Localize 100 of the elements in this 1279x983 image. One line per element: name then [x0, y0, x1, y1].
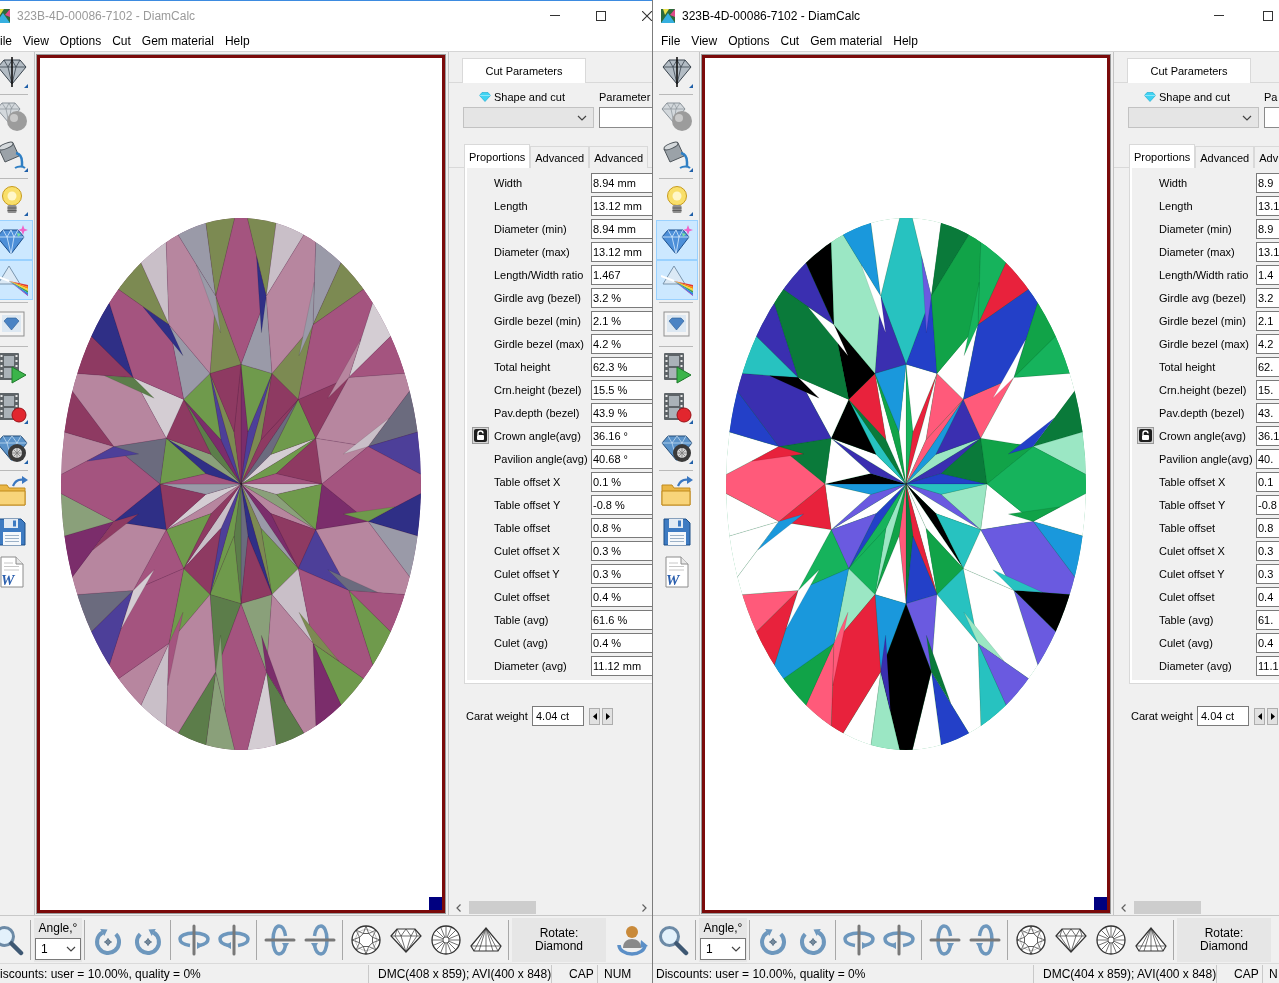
value-field[interactable]: 0.4 — [1256, 586, 1279, 607]
value-field[interactable]: -0.8 — [1256, 494, 1279, 515]
value-field[interactable]: 0.1 — [1256, 471, 1279, 492]
save-icon — [661, 516, 693, 548]
tab[interactable]: Advanced — [589, 146, 649, 168]
value-field[interactable]: 61. — [1256, 609, 1279, 630]
chevron-left-icon — [1121, 903, 1126, 912]
chevron-right-icon — [642, 903, 647, 912]
value-field[interactable]: 43.9 % — [591, 402, 652, 423]
menu-item[interactable]: Help — [888, 31, 923, 50]
tab[interactable]: Proportions — [464, 144, 531, 168]
horizontal-axis-arrow-icon — [969, 923, 1001, 956]
diamond-picture-icon — [661, 308, 693, 340]
scrollbar-thumb[interactable] — [1134, 901, 1201, 914]
tab[interactable]: Cut Parameters — [462, 58, 586, 83]
value-field[interactable]: 11.12 mm — [591, 655, 652, 676]
value-field[interactable]: 36.16 ° — [591, 425, 652, 446]
value-field[interactable]: 0.3 % — [591, 563, 652, 584]
value-field[interactable]: 2.1 — [1256, 310, 1279, 331]
parameter-label: Diameter (avg) — [494, 659, 568, 672]
tab[interactable]: Proportions — [1129, 144, 1196, 168]
menu-item[interactable]: Cut — [775, 31, 805, 50]
parameter-label: Table offset X — [1159, 475, 1227, 488]
value-field[interactable]: 13.12 mm — [591, 241, 652, 262]
step-right-button[interactable] — [1267, 707, 1278, 725]
sparkle-button[interactable] — [656, 220, 698, 260]
parameter-label: Crown angle(avg) — [494, 429, 582, 442]
tab[interactable]: Adv — [1254, 146, 1279, 168]
value-field[interactable]: 15. — [1256, 379, 1279, 400]
app-icon — [661, 8, 675, 23]
value-field[interactable]: 13.12 mm — [591, 195, 652, 216]
value-field[interactable]: 3.2 — [1256, 287, 1279, 308]
menu-item[interactable]: File — [656, 31, 686, 50]
rotate-mode-button[interactable]: Rotate: Diamond — [1177, 917, 1271, 962]
tab[interactable]: Cut Parameters — [1127, 58, 1251, 83]
parameter-label: Table offset Y — [1159, 498, 1227, 511]
value-field[interactable]: 2.1 % — [591, 310, 652, 331]
angle-label: Angle,° — [703, 919, 743, 936]
value-field[interactable]: 8.9 — [1256, 172, 1279, 193]
parameter-label: Length/Width ratio — [1159, 268, 1250, 281]
value-field[interactable]: 4.2 — [1256, 333, 1279, 354]
field-label: Shape and cut — [494, 91, 565, 103]
angle-dropdown[interactable]: 1 — [700, 937, 746, 960]
value-field[interactable]: 13.1 — [1256, 195, 1279, 216]
value-field[interactable]: 62. — [1256, 356, 1279, 377]
angle-dropdown[interactable]: 1 — [35, 937, 81, 960]
minimize-icon — [1214, 15, 1224, 16]
parameter-label: Girdle bezel (min) — [494, 314, 582, 327]
value-field[interactable]: 8.94 mm — [591, 218, 652, 239]
close-icon — [642, 10, 652, 21]
chevron-down-icon — [66, 945, 76, 952]
sparkling-diamond-icon — [0, 224, 28, 256]
lock-button[interactable] — [1137, 427, 1154, 444]
value-field[interactable]: 40.68 ° — [591, 448, 652, 469]
value-field[interactable]: 0.8 — [1256, 517, 1279, 538]
value-field[interactable]: 1.467 — [591, 264, 652, 285]
value-field[interactable]: 0.3 — [1256, 563, 1279, 584]
value-field[interactable]: 13.1 — [1256, 241, 1279, 262]
prism-rainbow-icon — [661, 264, 693, 296]
value-field[interactable]: 43. — [1256, 402, 1279, 423]
status-dimensions: DMC(408 x 859); AVI(400 x 848) — [368, 964, 551, 983]
tab[interactable]: Advanced — [1195, 146, 1255, 168]
value-field[interactable]: 0.3 — [1256, 540, 1279, 561]
menu-item[interactable]: View — [686, 31, 723, 50]
value-field[interactable]: 8.94 mm — [591, 172, 652, 193]
value-field[interactable]: 40. — [1256, 448, 1279, 469]
value-field[interactable]: 4.2 % — [591, 333, 652, 354]
carat-weight-field[interactable]: 4.04 ct — [1197, 706, 1249, 726]
value-field[interactable]: 0.8 % — [591, 517, 652, 538]
parameter-label: Table offset X — [494, 475, 562, 488]
vertical-axis-arrow-icon — [218, 923, 250, 956]
value-field[interactable]: 36.1 — [1256, 425, 1279, 446]
parameter-field[interactable] — [1264, 107, 1279, 128]
value-field[interactable]: 0.4 % — [591, 632, 652, 653]
diamond-sphere-icon — [661, 100, 693, 132]
parameter-label: Culet offset — [494, 590, 551, 603]
value-field[interactable]: 1.4 — [1256, 264, 1279, 285]
parameter-label: Girdle bezel (max) — [1159, 337, 1250, 350]
value-field[interactable]: 8.9 — [1256, 218, 1279, 239]
dispersion-button[interactable] — [656, 260, 698, 300]
value-field[interactable]: -0.8 % — [591, 494, 652, 515]
scrollbar-thumb[interactable] — [469, 901, 536, 914]
corner-square-icon — [1094, 897, 1107, 910]
value-field[interactable]: 0.1 % — [591, 471, 652, 492]
value-field[interactable]: 0.3 % — [591, 540, 652, 561]
tab[interactable]: Advanced — [530, 146, 590, 168]
value-field[interactable]: 62.3 % — [591, 356, 652, 377]
parameter-label: Culet offset X — [1159, 544, 1226, 557]
lock-button[interactable] — [472, 427, 489, 444]
value-field[interactable]: 0.4 % — [591, 586, 652, 607]
value-field[interactable]: 3.2 % — [591, 287, 652, 308]
value-field[interactable]: 11.1 — [1256, 655, 1279, 676]
menu-item[interactable]: Options — [723, 31, 775, 50]
diamond-sphere-icon — [0, 100, 28, 132]
value-field[interactable]: 0.4 — [1256, 632, 1279, 653]
menu-item[interactable]: Gem material — [805, 31, 888, 50]
value-field[interactable]: 61.6 % — [591, 609, 652, 630]
step-left-button[interactable] — [1254, 707, 1265, 725]
value-field[interactable]: 15.5 % — [591, 379, 652, 400]
vertical-axis-arrow-icon — [843, 923, 875, 956]
